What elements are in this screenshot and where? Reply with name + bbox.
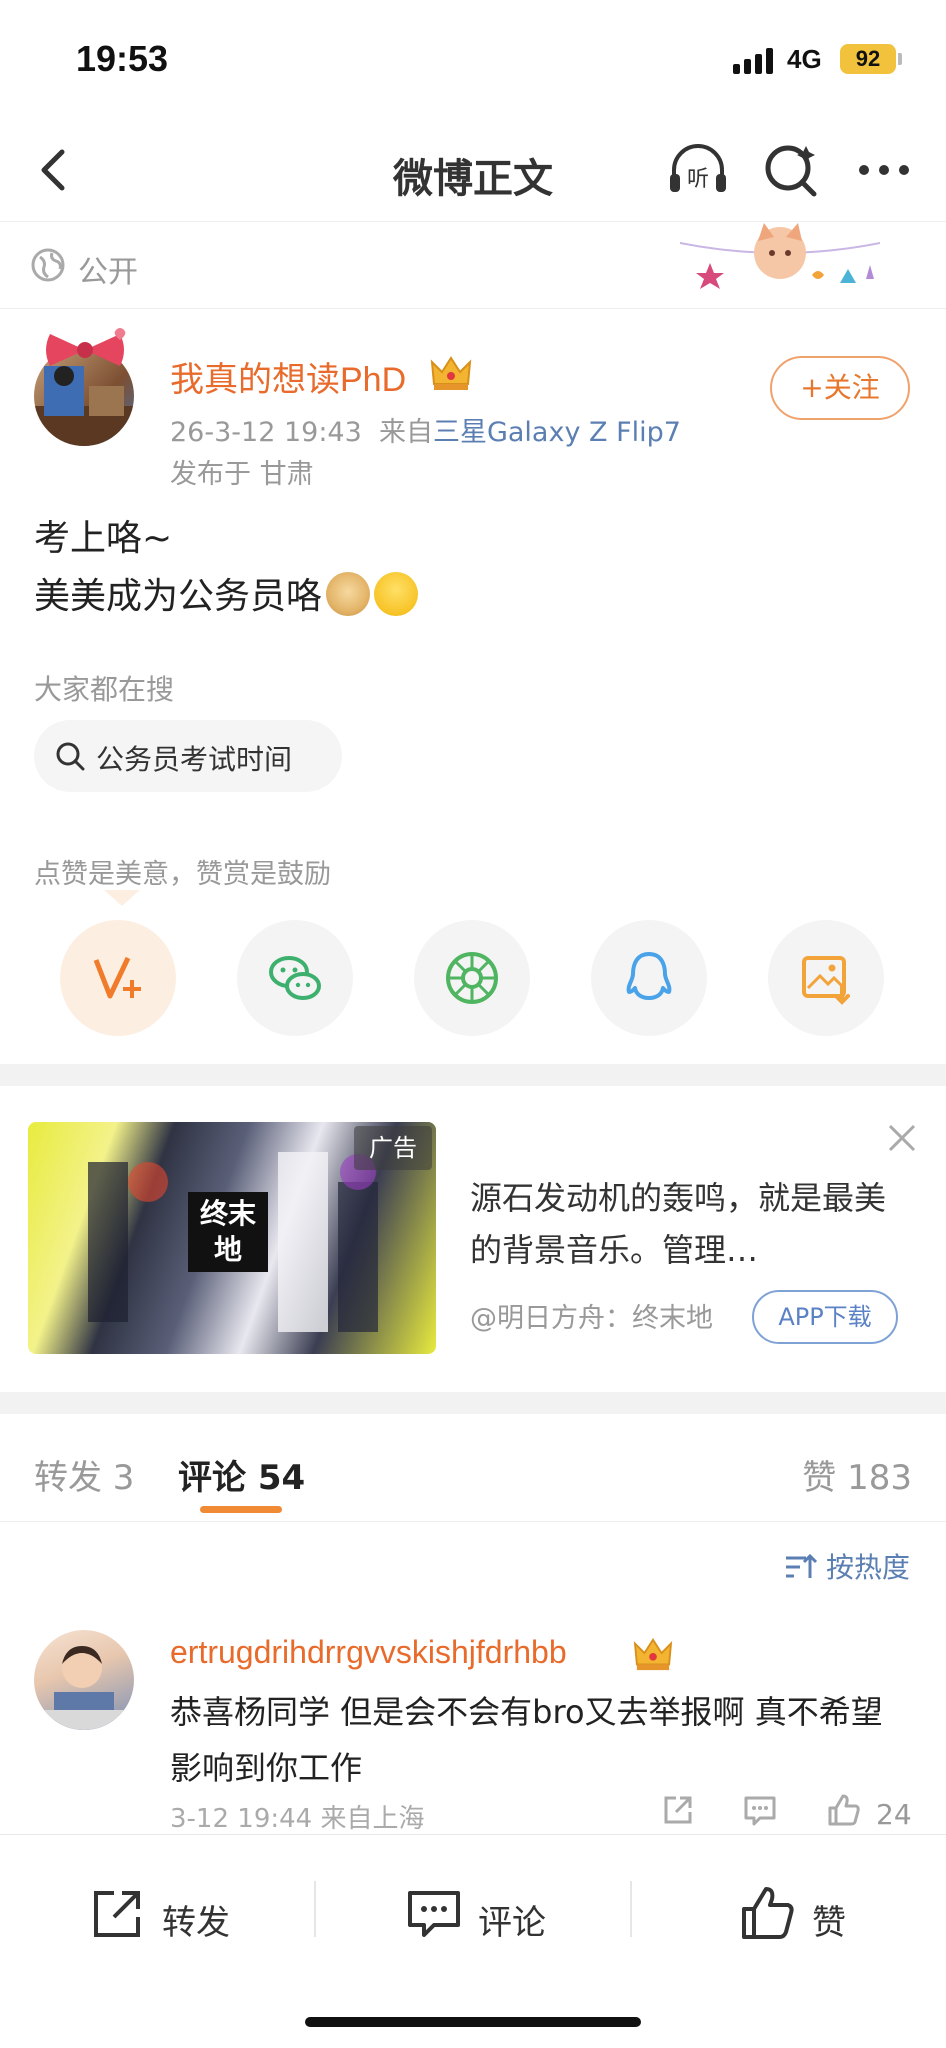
post-text-line2-wrap: 美美成为公务员咯 [34, 568, 419, 626]
ad-logo: 终末地 [188, 1192, 268, 1272]
comment-label: 评论 [478, 1903, 546, 1943]
comment-icon [408, 1891, 460, 1937]
post-meta: 26-3-12 19:43 来自三星Galaxy Z Flip7 [170, 410, 681, 449]
wechat-share-button[interactable] [237, 920, 353, 1036]
qq-icon [626, 952, 672, 1000]
status-bar: 19:53 4G 92 [0, 0, 946, 118]
home-indicator [305, 2017, 641, 2027]
comment-meta: 3-12 19:44 来自上海 [170, 1804, 425, 1834]
nav-bar: 微博正文 听 [0, 118, 946, 222]
post-text-line2: 美美成为公务员咯 [34, 576, 323, 617]
battery-icon: 92 [840, 44, 896, 74]
tab-active-indicator [200, 1506, 282, 1513]
sort-icon [785, 1553, 818, 1578]
reward-pointer [104, 890, 140, 906]
interaction-tabs: 转发 3 评论 54 赞 183 [0, 1414, 946, 1522]
doge-emoji-icon [326, 572, 371, 616]
hot-search-label: 大家都在搜 [34, 673, 175, 706]
hot-search-query: 公务员考试时间 [96, 743, 293, 776]
battery-tip [898, 53, 902, 65]
globe-icon [31, 248, 65, 282]
wink-emoji-icon [374, 572, 419, 616]
save-image-button[interactable] [768, 920, 884, 1036]
post-date: 26-3-12 19:43 [170, 417, 362, 448]
ad-title[interactable]: 源石发动机的轰鸣，就是最美的背景音乐。管理… [470, 1172, 890, 1276]
repost-icon [94, 1891, 140, 1937]
like-label: 赞 [812, 1903, 846, 1943]
ad-card[interactable]: 终末地 广告 源石发动机的轰鸣，就是最美的背景音乐。管理… @明日方舟：终末地 … [0, 1090, 946, 1390]
post-text-line1: 考上咯~ [34, 518, 173, 559]
ad-download-button[interactable]: APP下载 [752, 1290, 898, 1344]
commenter-avatar[interactable] [34, 1630, 134, 1730]
share-icon[interactable] [660, 1792, 696, 1828]
listen-icon[interactable]: 听 [666, 138, 730, 202]
comment-text: 恭喜杨同学 但是会不会有bro又去举报啊 真不希望影响到你工作 [170, 1693, 883, 1787]
search-icon [56, 742, 85, 771]
follow-button[interactable]: +关注 [770, 356, 910, 420]
wechat-icon [269, 956, 321, 1000]
post-author: 我真的想读PhD 26-3-12 19:43 来自三星Galaxy Z Flip… [0, 310, 946, 500]
like-icon [742, 1887, 794, 1939]
ad-image[interactable]: 终末地 广告 [28, 1122, 436, 1354]
close-icon[interactable] [886, 1122, 918, 1154]
tab-comments[interactable]: 评论 54 [178, 1450, 305, 1499]
bottom-separator [314, 1881, 316, 1937]
vip-crown-icon [430, 356, 472, 390]
hot-search-chip[interactable]: 公务员考试时间 [34, 720, 342, 792]
fox-decoration-icon [680, 223, 880, 289]
moments-share-button[interactable] [414, 920, 530, 1036]
comment-like-count: 24 [876, 1798, 912, 1831]
search-icon[interactable] [760, 138, 824, 202]
share-row [0, 920, 946, 1040]
more-icon[interactable] [852, 138, 916, 202]
bottom-separator [630, 1881, 632, 1937]
post-device[interactable]: 三星Galaxy Z Flip7 [433, 417, 681, 448]
author-name[interactable]: 我真的想读PhD [170, 352, 406, 401]
ad-source: @明日方舟：终末地 [470, 1303, 713, 1334]
listen-label: 听 [687, 167, 709, 192]
ad-tag: 广告 [354, 1126, 432, 1170]
save-image-icon [802, 956, 850, 1005]
vip-crown-icon [633, 1638, 673, 1671]
network-type: 4G [787, 44, 822, 74]
visibility-label: 公开 [78, 255, 138, 290]
post-text: 考上咯~ 美美成为公务员咯 [34, 510, 419, 626]
bow-decoration-icon [46, 328, 126, 366]
visibility-row: 公开 [0, 223, 946, 309]
moments-icon [446, 952, 498, 1004]
signal-icon [733, 48, 775, 74]
reward-v-icon [93, 956, 141, 999]
tab-repost[interactable]: 转发 3 [34, 1450, 134, 1499]
post-source-prefix: 来自 [378, 417, 433, 448]
section-divider [0, 1392, 946, 1414]
reward-button[interactable] [60, 920, 176, 1036]
post-location: 发布于 甘肃 [170, 459, 314, 490]
comment-icon[interactable] [742, 1792, 778, 1828]
sort-button[interactable]: 按热度 [784, 1546, 910, 1586]
repost-label: 转发 [162, 1903, 230, 1943]
reward-label: 点赞是美意，赞赏是鼓励 [34, 859, 331, 890]
bottom-action-bar: 转发 评论 赞 [0, 1834, 946, 2048]
qq-share-button[interactable] [591, 920, 707, 1036]
commenter-name[interactable]: ertrugdrihdrrgvvskishjfdrhbb [170, 1634, 567, 1671]
comment-item: ertrugdrihdrrgvvskishjfdrhbb 恭喜杨同学 但是会不会… [0, 1620, 946, 1840]
tab-likes[interactable]: 赞 183 [802, 1450, 912, 1499]
status-time: 19:53 [76, 38, 169, 79]
like-icon[interactable] [826, 1792, 862, 1828]
section-divider [0, 1064, 946, 1086]
sort-label: 按热度 [825, 1551, 910, 1584]
